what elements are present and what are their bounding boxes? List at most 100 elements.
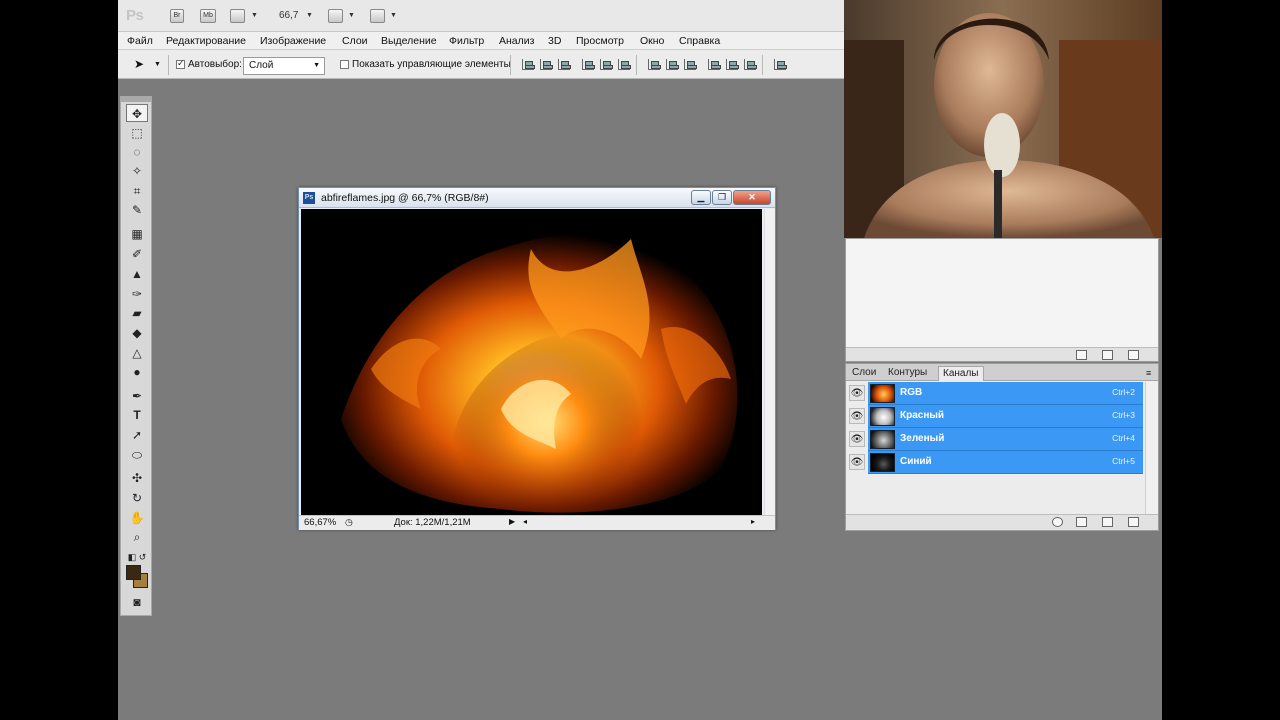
channel-shortcut: Ctrl+2 <box>1112 387 1135 397</box>
paint-bucket-tool-icon[interactable]: ◆ <box>126 324 148 342</box>
menu-image[interactable]: Изображение <box>260 35 326 47</box>
chevron-down-icon[interactable]: ▼ <box>251 8 258 24</box>
chevron-down-icon[interactable]: ▼ <box>306 8 313 24</box>
camera-icon[interactable] <box>1102 350 1113 360</box>
zoom-level-dropdown[interactable]: 66,7 <box>279 8 298 24</box>
mini-bridge-button[interactable]: Mb <box>200 9 216 23</box>
zoom-level-field[interactable]: 66,67% <box>304 517 336 528</box>
save-selection-as-channel-icon[interactable] <box>1076 517 1087 527</box>
trash-icon[interactable] <box>1128 517 1139 527</box>
panel-menu-icon[interactable]: ≡ <box>1142 366 1155 381</box>
menu-window[interactable]: Окно <box>640 35 664 47</box>
menu-view[interactable]: Просмотр <box>576 35 624 47</box>
vertical-scrollbar[interactable] <box>764 209 775 515</box>
image-canvas[interactable] <box>301 209 762 515</box>
magic-wand-tool-icon[interactable]: ✧ <box>126 162 148 180</box>
ellipse-tool-icon[interactable]: ⬭ <box>126 446 148 464</box>
autoselect-dropdown[interactable]: Слой ▼ <box>243 57 325 75</box>
eraser-tool-icon[interactable]: ▰ <box>126 304 148 322</box>
align-right-icon[interactable] <box>618 59 631 70</box>
menu-edit[interactable]: Редактирование <box>166 35 246 47</box>
distribute-center-icon[interactable] <box>666 59 679 70</box>
history-brush-tool-icon[interactable]: ✑ <box>126 285 148 303</box>
tab-layers[interactable]: Слои <box>848 366 880 381</box>
healing-brush-tool-icon[interactable]: ▦ <box>126 225 148 243</box>
eye-icon[interactable]: 👁 <box>849 431 865 447</box>
blur-tool-icon[interactable]: △ <box>126 344 148 362</box>
menu-file[interactable]: Файл <box>127 35 153 47</box>
menu-select[interactable]: Выделение <box>381 35 437 47</box>
panel-tabs: Слои Контуры Каналы ≡ <box>846 364 1158 381</box>
marquee-tool-icon[interactable]: ⬚ <box>126 124 148 142</box>
auto-align-layers-icon[interactable] <box>774 59 787 70</box>
scroll-left-icon[interactable]: ◂ <box>523 517 527 526</box>
3d-rotate-tool-icon[interactable]: ✣ <box>126 469 148 487</box>
channel-row-blue[interactable]: 👁 Синий Ctrl+5 <box>846 451 1143 474</box>
menu-3d[interactable]: 3D <box>548 35 561 47</box>
bridge-button[interactable]: Br <box>170 9 184 23</box>
close-button[interactable]: ✕ <box>733 190 771 205</box>
tools-panel: ✥ ⬚ ◌ ✧ ⌗ ✎ ▦ ✐ ▲ ✑ ▰ ◆ △ ● ✒ T ➚ ⬭ ✣ ↻ … <box>120 96 152 616</box>
distribute-bottom-icon[interactable] <box>684 59 697 70</box>
distribute-right-icon[interactable] <box>744 59 757 70</box>
eye-icon[interactable]: 👁 <box>849 385 865 401</box>
distribute-top-icon[interactable] <box>648 59 661 70</box>
type-tool-icon[interactable]: T <box>126 406 148 424</box>
align-top-icon[interactable] <box>522 59 535 70</box>
align-vertical-center-icon[interactable] <box>540 59 553 70</box>
move-tool-icon[interactable]: ✥ <box>126 104 148 122</box>
scroll-right-icon[interactable]: ▸ <box>751 517 755 526</box>
arrange-documents-icon[interactable] <box>328 9 343 23</box>
quick-mask-icon[interactable]: ◙ <box>126 593 148 611</box>
align-horizontal-center-icon[interactable] <box>600 59 613 70</box>
dodge-tool-icon[interactable]: ● <box>126 363 148 381</box>
chevron-down-icon[interactable]: ▼ <box>390 8 397 24</box>
chevron-down-icon[interactable]: ▼ <box>154 61 161 68</box>
channels-scrollbar[interactable] <box>1145 382 1158 514</box>
align-left-icon[interactable] <box>582 59 595 70</box>
menu-layers[interactable]: Слои <box>342 35 368 47</box>
tools-panel-grip[interactable] <box>121 97 151 102</box>
screen-mode-icon[interactable] <box>370 9 385 23</box>
autoselect-label: Автовыбор: <box>188 59 242 70</box>
crop-tool-icon[interactable]: ⌗ <box>126 182 148 200</box>
status-menu-arrow-icon[interactable]: ▶ <box>509 517 515 526</box>
move-tool-preset-icon[interactable]: ➤ <box>134 57 144 71</box>
tab-channels[interactable]: Каналы <box>938 366 984 381</box>
eyedropper-tool-icon[interactable]: ✎ <box>126 201 148 219</box>
menu-help[interactable]: Справка <box>679 35 720 47</box>
eye-icon[interactable]: 👁 <box>849 408 865 424</box>
swap-colors-icon[interactable]: ◧ ↺ <box>126 548 148 566</box>
tab-paths[interactable]: Контуры <box>884 366 931 381</box>
channel-row-red[interactable]: 👁 Красный Ctrl+3 <box>846 405 1143 428</box>
hand-tool-icon[interactable]: ✋ <box>126 509 148 527</box>
document-title-bar[interactable]: Ps abfireflames.jpg @ 66,7% (RGB/8#) ▁ ❐… <box>299 188 775 208</box>
menu-analysis[interactable]: Анализ <box>499 35 534 47</box>
align-bottom-icon[interactable] <box>558 59 571 70</box>
menu-filter[interactable]: Фильтр <box>449 35 484 47</box>
foreground-color-swatch[interactable] <box>126 565 141 580</box>
3d-orbit-tool-icon[interactable]: ↻ <box>126 489 148 507</box>
panel-option-icon[interactable] <box>1076 350 1087 360</box>
distribute-hcenter-icon[interactable] <box>726 59 739 70</box>
path-selection-tool-icon[interactable]: ➚ <box>126 426 148 444</box>
show-transform-controls-checkbox[interactable] <box>340 60 349 69</box>
channel-row-rgb[interactable]: 👁 RGB Ctrl+2 <box>846 382 1143 405</box>
zoom-tool-icon[interactable]: ⌕ <box>126 528 148 546</box>
chevron-down-icon[interactable]: ▼ <box>348 8 355 24</box>
pen-tool-icon[interactable]: ✒ <box>126 387 148 405</box>
view-extras-icon[interactable] <box>230 9 245 23</box>
eye-icon[interactable]: 👁 <box>849 454 865 470</box>
distribute-left-icon[interactable] <box>708 59 721 70</box>
document-window[interactable]: Ps abfireflames.jpg @ 66,7% (RGB/8#) ▁ ❐… <box>298 187 776 530</box>
lasso-tool-icon[interactable]: ◌ <box>126 143 148 161</box>
minimize-button[interactable]: ▁ <box>691 190 711 205</box>
autoselect-checkbox[interactable] <box>176 58 185 69</box>
new-channel-icon[interactable] <box>1102 517 1113 527</box>
trash-icon[interactable] <box>1128 350 1139 360</box>
clone-stamp-tool-icon[interactable]: ▲ <box>126 265 148 283</box>
restore-button[interactable]: ❐ <box>712 190 732 205</box>
load-channel-as-selection-icon[interactable] <box>1052 517 1063 527</box>
channel-row-green[interactable]: 👁 Зеленый Ctrl+4 <box>846 428 1143 451</box>
brush-tool-icon[interactable]: ✐ <box>126 245 148 263</box>
